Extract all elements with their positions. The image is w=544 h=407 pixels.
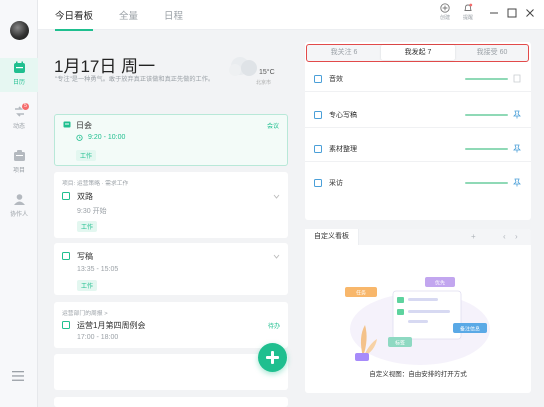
progress-bar bbox=[465, 78, 508, 80]
weather-widget: 15°C 北京市 bbox=[222, 52, 284, 94]
progress-bar bbox=[465, 148, 508, 150]
task-tag: 工作 bbox=[77, 280, 98, 291]
event-time: 9:20 - 10:00 bbox=[88, 134, 126, 141]
list-item[interactable]: 采访 bbox=[305, 170, 531, 196]
segment-accepted[interactable]: 我接受 60 bbox=[455, 45, 529, 60]
remind-label: 提醒 bbox=[462, 15, 473, 21]
task-title: 运营1月第四周例会 bbox=[77, 321, 146, 330]
task-title: 专心写稿 bbox=[329, 112, 357, 119]
board-illustration: 任务 优先 标签 备注信息 bbox=[345, 277, 490, 365]
task-title: 采访 bbox=[329, 180, 343, 187]
progress-bar bbox=[465, 114, 508, 116]
sidebar-item-label: 动态 bbox=[12, 124, 25, 130]
empty-card bbox=[54, 354, 288, 390]
segment-following[interactable]: 我关注 6 bbox=[307, 45, 381, 60]
alarm-icon bbox=[76, 134, 83, 141]
plus-circle-icon bbox=[440, 3, 450, 13]
remind-button[interactable]: 提醒 bbox=[458, 3, 478, 21]
meeting-icon bbox=[63, 121, 71, 128]
sidebar-item-project[interactable]: 项目 bbox=[0, 146, 38, 180]
event-category-link[interactable]: 会议 bbox=[267, 121, 279, 130]
task-checkbox[interactable] bbox=[62, 321, 70, 329]
task-time: 17:00 - 18:00 bbox=[77, 334, 119, 341]
task-tag: 工作 bbox=[77, 221, 98, 232]
app-window: 日历 5 动态 项目 协作人 今日看板 全量 日程 创建 提醒 1月17日 周一… bbox=[0, 0, 544, 407]
top-bar: 今日看板 全量 日程 创建 提醒 bbox=[38, 0, 544, 31]
illustration-label-priority: 优先 bbox=[435, 280, 445, 287]
sidebar-item-calendar[interactable]: 日历 bbox=[0, 58, 38, 92]
task-title: 音效 bbox=[329, 76, 343, 83]
task-checkbox[interactable] bbox=[62, 252, 70, 260]
calendar-icon bbox=[13, 61, 25, 73]
pin-icon[interactable] bbox=[513, 144, 521, 153]
city-text: 北京市 bbox=[256, 80, 272, 86]
task-checkbox[interactable] bbox=[62, 192, 70, 200]
list-item[interactable]: 素材整理 bbox=[305, 136, 531, 162]
sidebar-item-label: 日历 bbox=[12, 80, 25, 86]
segment-control: 我关注 6 我发起 7 我接受 60 bbox=[306, 44, 529, 62]
avatar[interactable] bbox=[10, 21, 29, 40]
project-icon bbox=[13, 150, 25, 161]
minimize-icon[interactable] bbox=[489, 8, 499, 18]
task-checkbox[interactable] bbox=[314, 145, 322, 153]
task-card[interactable]: 运营部门的周报 > 运营1月第四周例会 待办 17:00 - 18:00 bbox=[54, 302, 288, 348]
tab-today-board[interactable]: 今日看板 bbox=[55, 8, 94, 31]
maximize-icon[interactable] bbox=[507, 8, 517, 18]
tab-custom-board[interactable]: 自定义看板 bbox=[305, 229, 359, 245]
event-title: 日会 bbox=[76, 121, 92, 130]
sidebar-item-label: 协作人 bbox=[9, 212, 28, 218]
cloud-icon bbox=[229, 57, 257, 76]
task-title: 写稿 bbox=[77, 252, 93, 261]
task-time: 9:30 开始 bbox=[77, 208, 107, 215]
chevron-right-icon[interactable]: › bbox=[515, 232, 518, 241]
sidebar-item-activity[interactable]: 5 动态 bbox=[0, 102, 38, 136]
document-icon[interactable] bbox=[513, 74, 521, 83]
custom-board-panel: 自定义看板 + ‹ › 任务 优先 标签 备注信息 自定义视图：自由安排的打开方… bbox=[305, 229, 531, 393]
chevron-down-icon[interactable] bbox=[273, 254, 280, 259]
hamburger-menu-icon[interactable] bbox=[12, 371, 24, 381]
task-checkbox[interactable] bbox=[314, 179, 322, 187]
task-project-path: 项目: 运营策略 · 需求工作 bbox=[62, 181, 129, 187]
close-icon[interactable] bbox=[525, 8, 535, 18]
illustration-label-note: 备注信息 bbox=[460, 326, 480, 333]
tab-schedule[interactable]: 日程 bbox=[164, 8, 183, 22]
board-caption: 自定义视图：自由安排的打开方式 bbox=[369, 371, 467, 378]
event-card[interactable]: 日会 会议 9:20 - 10:00 工作 bbox=[54, 114, 288, 166]
pin-icon[interactable] bbox=[513, 110, 521, 119]
sidebar: 日历 5 动态 项目 协作人 bbox=[0, 0, 38, 407]
bell-icon bbox=[464, 3, 473, 11]
task-card[interactable]: 项目: 运营策略 · 需求工作 双路 9:30 开始 工作 bbox=[54, 172, 288, 238]
add-floating-button[interactable] bbox=[258, 343, 287, 372]
task-card[interactable]: 写稿 13:35 - 15:05 工作 bbox=[54, 243, 288, 295]
list-item[interactable]: 专心写稿 bbox=[305, 102, 531, 128]
task-time: 13:35 - 15:05 bbox=[77, 266, 119, 273]
pin-icon[interactable] bbox=[513, 178, 521, 187]
segment-initiated[interactable]: 我发起 7 bbox=[381, 45, 455, 60]
tab-all[interactable]: 全量 bbox=[119, 8, 138, 22]
notification-badge: 5 bbox=[22, 103, 29, 110]
create-button[interactable]: 创建 bbox=[435, 3, 455, 21]
empty-card bbox=[54, 397, 288, 407]
progress-bar bbox=[465, 182, 508, 184]
chevron-down-icon[interactable] bbox=[273, 194, 280, 199]
event-tag: 工作 bbox=[76, 150, 97, 161]
illustration-label-tag: 标签 bbox=[395, 340, 405, 347]
temperature-text: 15°C bbox=[259, 69, 275, 76]
sidebar-item-label: 项目 bbox=[12, 168, 25, 174]
task-project-path: 运营部门的周报 > bbox=[62, 311, 108, 317]
task-title: 双路 bbox=[77, 192, 93, 201]
task-status-link[interactable]: 待办 bbox=[268, 321, 280, 330]
task-checkbox[interactable] bbox=[314, 111, 322, 119]
add-board-icon[interactable]: + bbox=[471, 232, 476, 241]
create-label: 创建 bbox=[439, 15, 450, 21]
list-item[interactable]: 音效 bbox=[305, 66, 531, 92]
task-checkbox[interactable] bbox=[314, 75, 322, 83]
collaborator-icon bbox=[13, 194, 25, 205]
sidebar-item-collaborator[interactable]: 协作人 bbox=[0, 190, 38, 224]
page-title: 1月17日 周一 bbox=[54, 57, 156, 76]
illustration-label-task: 任务 bbox=[356, 290, 366, 297]
chevron-left-icon[interactable]: ‹ bbox=[503, 232, 506, 241]
task-title: 素材整理 bbox=[329, 146, 357, 153]
